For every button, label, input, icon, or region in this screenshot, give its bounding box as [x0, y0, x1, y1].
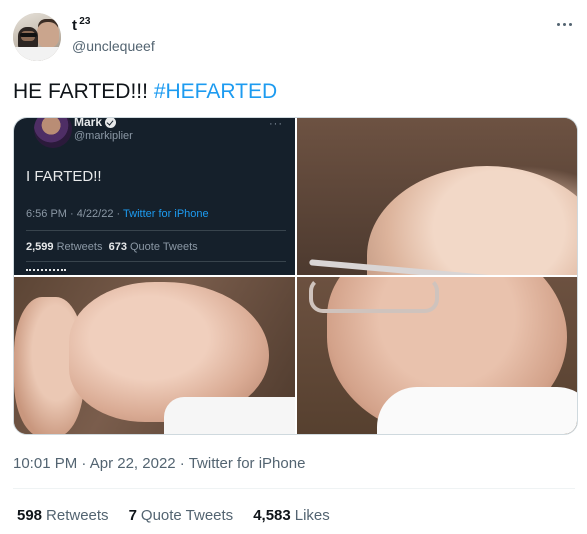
timestamp-separator: · [77, 455, 90, 472]
more-options-icon[interactable] [553, 17, 575, 31]
embedded-name: Mark [74, 118, 117, 129]
embedded-quote-label: Quote Tweets [130, 241, 198, 253]
media-image-3[interactable] [14, 277, 295, 434]
embedded-divider [26, 230, 286, 231]
quote-tweets-count: 7 [128, 507, 137, 524]
embedded-tweet-text: I FARTED!! [26, 168, 102, 185]
tweet-timestamp: 10:01 PM · Apr 22, 2022 · Twitter for iP… [13, 455, 305, 472]
embedded-time: 6:56 PM · 4/22/22 · [26, 208, 124, 220]
tweet-time[interactable]: 10:01 PM [13, 455, 77, 472]
timestamp-separator-2: · [175, 455, 189, 472]
embedded-divider-2 [26, 261, 286, 262]
likes-stat[interactable]: 4,583 Likes [253, 507, 330, 524]
display-name-superscript: 23 [79, 16, 91, 27]
embedded-tweet-meta: 6:56 PM · 4/22/22 · Twitter for iPhone [26, 208, 209, 220]
tweet-source[interactable]: Twitter for iPhone [189, 455, 306, 472]
media-grid: Mark @markiplier ··· I FARTED!! 6:56 PM … [13, 117, 578, 435]
embedded-retweets-label: Retweets [56, 241, 103, 253]
media-image-2[interactable] [297, 118, 577, 275]
author-handle[interactable]: @unclequeef [72, 38, 155, 54]
author-avatar[interactable] [13, 13, 61, 61]
tweet-stats: 598 Retweets 7 Quote Tweets 4,583 Likes [17, 507, 330, 524]
verified-badge-icon [105, 118, 117, 128]
embedded-handle: @markiplier [74, 130, 133, 142]
embedded-retweets-count: 2,599 [26, 241, 54, 253]
media-image-4[interactable] [297, 277, 577, 434]
author-name[interactable]: t 23 [72, 16, 91, 34]
photo-sleeve [164, 397, 295, 434]
tweet: t 23 @unclequeef HE FARTED!!! #HEFARTED … [0, 0, 587, 534]
tweet-text-body: HE FARTED!!! [13, 80, 154, 103]
tweet-text: HE FARTED!!! #HEFARTED [13, 79, 277, 105]
photo-robe [377, 387, 577, 434]
retweets-stat[interactable]: 598 Retweets [17, 507, 109, 524]
embedded-cutoff [26, 269, 66, 273]
divider [13, 488, 575, 489]
tweet-date[interactable]: Apr 22, 2022 [90, 455, 176, 472]
likes-label: Likes [294, 507, 330, 524]
display-name[interactable]: t [72, 17, 77, 34]
embedded-more-icon: ··· [269, 118, 283, 130]
hashtag-link[interactable]: #HEFARTED [154, 80, 277, 103]
quote-tweets-stat[interactable]: 7 Quote Tweets [129, 507, 234, 524]
retweets-count: 598 [17, 507, 43, 524]
retweets-label: Retweets [46, 507, 109, 524]
embedded-quote-count: 673 [108, 241, 127, 253]
photo-glasses-frame [309, 277, 439, 313]
likes-count: 4,583 [253, 507, 291, 524]
embedded-stats: 2,599 Retweets 673 Quote Tweets [26, 241, 198, 253]
embedded-source: Twitter for iPhone [123, 208, 209, 220]
embedded-avatar [34, 118, 72, 148]
embedded-name-text: Mark [74, 118, 103, 129]
media-image-1[interactable]: Mark @markiplier ··· I FARTED!! 6:56 PM … [14, 118, 295, 275]
quote-tweets-label: Quote Tweets [140, 507, 234, 524]
